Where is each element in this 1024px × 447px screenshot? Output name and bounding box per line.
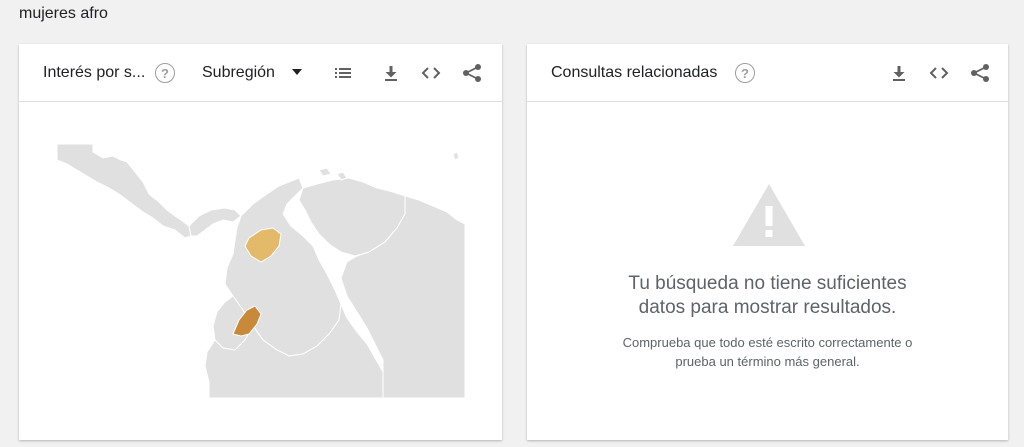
map-region[interactable] [188, 207, 242, 237]
empty-state-title: Tu búsqueda no tiene suficientes datos p… [628, 273, 907, 318]
list-icon[interactable] [331, 61, 355, 85]
query-title: mujeres afro [19, 5, 108, 22]
card-title: Consultas relacionadas [551, 64, 718, 81]
card-header: Consultas relacionadas ? [527, 44, 1008, 102]
help-circle-icon[interactable]: ? [155, 63, 175, 83]
card-header: Interés por s... ? Subregión [19, 44, 502, 102]
share-icon[interactable] [968, 61, 992, 85]
chevron-down-icon[interactable] [292, 69, 302, 75]
map-region[interactable] [318, 167, 332, 177]
help-circle-icon[interactable]: ? [735, 63, 755, 83]
resolution-select[interactable]: Subregión [202, 64, 275, 82]
map-region[interactable] [57, 144, 192, 239]
card-title: Interés por s... [43, 64, 146, 81]
embed-icon[interactable] [419, 61, 443, 85]
map-region[interactable] [452, 151, 460, 161]
download-icon[interactable] [887, 61, 911, 85]
related-queries-card: Consultas relacionadas ? Tu búsqueda no … [527, 44, 1008, 440]
map-region[interactable] [336, 171, 348, 181]
embed-icon[interactable] [927, 61, 951, 85]
share-icon[interactable] [460, 61, 484, 85]
interest-by-subregion-card: Interés por s... ? Subregión [19, 44, 502, 440]
warning-icon [731, 182, 807, 248]
region-map[interactable] [57, 144, 465, 398]
empty-state-subtitle: Comprueba que todo esté escrito correcta… [622, 335, 913, 369]
download-icon[interactable] [379, 61, 403, 85]
